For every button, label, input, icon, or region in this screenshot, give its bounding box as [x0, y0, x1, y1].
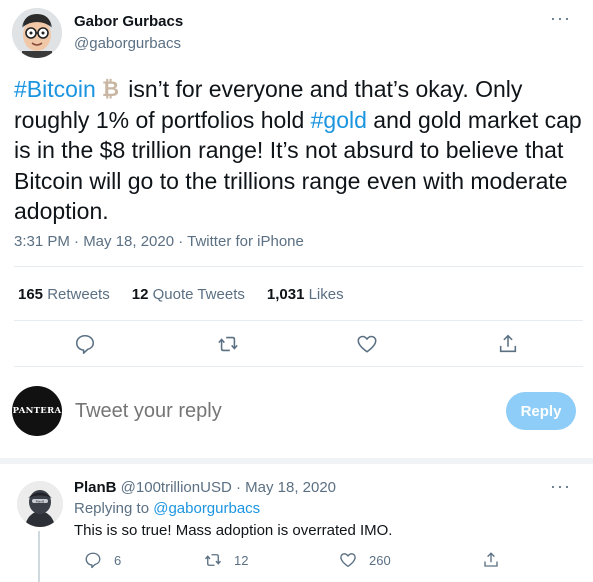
author-avatar[interactable]	[12, 8, 62, 58]
retweet-count: 12	[234, 552, 249, 568]
svg-text:₿: ₿	[102, 77, 119, 100]
composer-avatar: PANTERA	[12, 386, 62, 436]
thread-line	[38, 531, 40, 582]
replying-to: Replying to @gaborgurbacs	[74, 500, 261, 517]
reply-more-options-icon[interactable]: ···	[550, 476, 571, 497]
reply-author-name[interactable]: PlanB	[74, 479, 117, 496]
reply-text: This is so true! Mass adoption is overra…	[74, 522, 393, 539]
reply-icon	[85, 552, 101, 569]
retweet-icon[interactable]	[217, 333, 239, 355]
divider	[14, 366, 583, 367]
reply-reply-action[interactable]: 6	[84, 551, 121, 569]
tweet-stats: 165 Retweets 12 Quote Tweets 1,031 Likes	[18, 286, 366, 303]
reply-input[interactable]	[75, 400, 475, 423]
replying-to-handle-link[interactable]: @gaborgurbacs	[153, 500, 260, 517]
reply-icon[interactable]	[74, 333, 96, 355]
reply-count: 6	[114, 552, 122, 568]
retweets-stat[interactable]: 165 Retweets	[18, 286, 110, 303]
avatar-cartoon-icon	[12, 8, 62, 58]
divider	[14, 320, 583, 321]
heart-icon[interactable]	[356, 333, 378, 355]
share-icon	[484, 552, 498, 567]
reply-author-handle[interactable]: @100trillionUSD	[117, 479, 232, 496]
tweet-timestamp[interactable]: 3:31 PM · May 18, 2020 · Twitter for iPh…	[14, 233, 304, 250]
tweet-text: #Bitcoin ₿ isn’t for everyone and that’s …	[14, 74, 582, 227]
author-handle[interactable]: @gaborgurbacs	[74, 35, 181, 52]
section-separator	[0, 458, 593, 464]
share-icon[interactable]	[497, 333, 519, 355]
likes-stat[interactable]: 1,031 Likes	[267, 286, 344, 303]
heart-icon	[340, 553, 356, 568]
reply-date[interactable]: · May 18, 2020	[232, 479, 336, 496]
bitcoin-emoji-icon: ₿	[102, 77, 119, 100]
retweet-icon	[204, 554, 222, 566]
reply-like-action[interactable]: 260	[339, 551, 391, 569]
pantera-logo-text: PANTERA	[12, 406, 62, 416]
reply-header: PlanB @100trillionUSD · May 18, 2020	[74, 479, 336, 496]
svg-text:PlanB: PlanB	[36, 500, 44, 504]
reply-share-action[interactable]	[482, 551, 512, 569]
planb-avatar[interactable]: PlanB	[17, 481, 63, 527]
like-count: 260	[369, 552, 391, 568]
divider	[14, 266, 583, 267]
quote-tweets-stat[interactable]: 12 Quote Tweets	[132, 286, 245, 303]
reply-button[interactable]: Reply	[506, 392, 576, 430]
avatar-masked-figure-icon: PlanB	[17, 481, 63, 527]
reply-retweet-action[interactable]: 12	[204, 551, 248, 569]
more-options-icon[interactable]: ···	[550, 8, 571, 29]
hashtag-bitcoin-link[interactable]: #Bitcoin	[14, 76, 96, 102]
hashtag-gold-link[interactable]: #gold	[311, 107, 367, 133]
author-name[interactable]: Gabor Gurbacs	[74, 13, 183, 30]
